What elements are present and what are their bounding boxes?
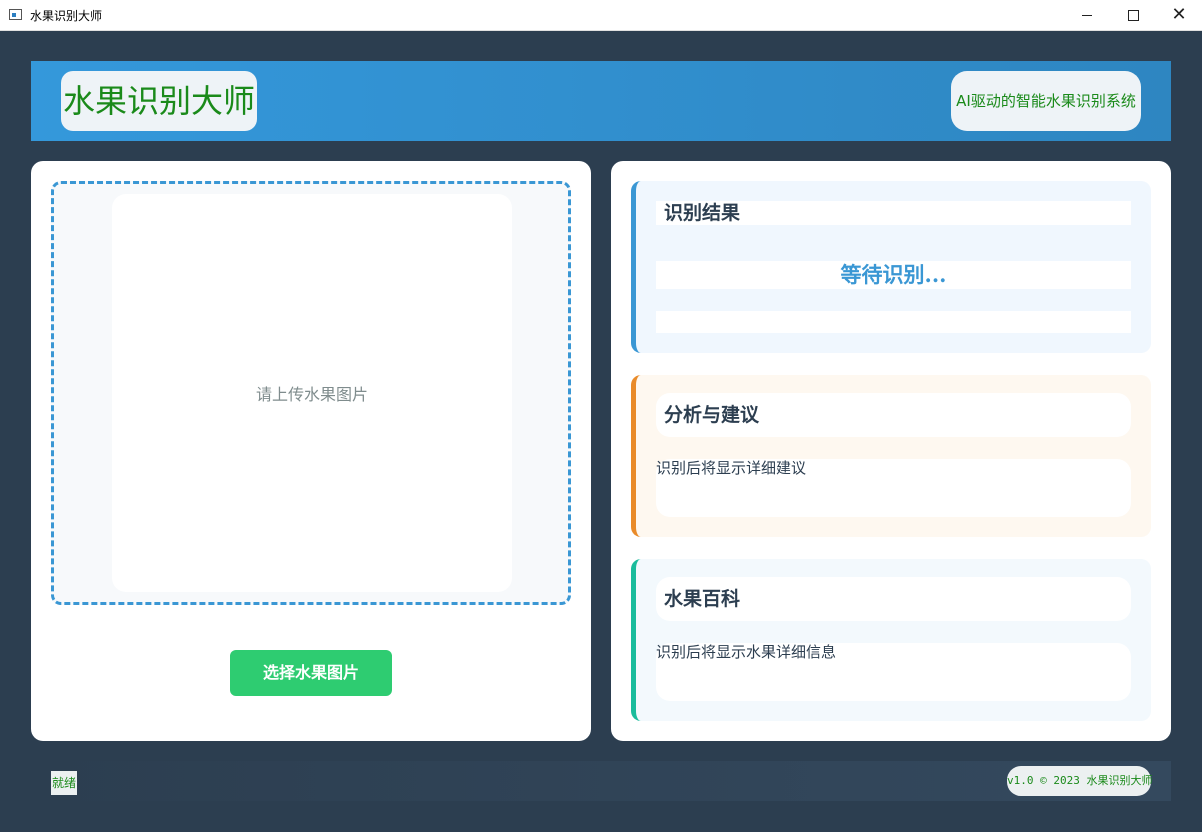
minimize-button[interactable] — [1064, 0, 1110, 30]
image-panel: 请上传水果图片 选择水果图片 — [31, 161, 591, 741]
advice-card: 分析与建议 识别后将显示详细建议 — [631, 375, 1151, 537]
image-drop-zone[interactable]: 请上传水果图片 — [51, 181, 571, 605]
app-icon — [9, 9, 22, 20]
tagline-label: AI驱动的智能水果识别系统 — [951, 71, 1141, 131]
select-image-button[interactable]: 选择水果图片 — [230, 650, 392, 696]
close-icon: ✕ — [1171, 4, 1187, 25]
advice-card-title: 分析与建议 — [664, 404, 760, 426]
version-label: v1.0 © 2023 水果识别大师 — [1007, 766, 1152, 796]
window-title: 水果识别大师 — [30, 9, 103, 23]
maximize-button[interactable] — [1110, 0, 1156, 30]
maximize-icon — [1127, 9, 1139, 21]
encyclopedia-text: 识别后将显示水果详细信息 — [656, 643, 837, 661]
upload-placeholder-text: 请上传水果图片 — [255, 385, 368, 404]
close-button[interactable]: ✕ — [1156, 0, 1202, 30]
app-name-label: 水果识别大师 — [61, 71, 258, 131]
window-titlebar: 水果识别大师 ✕ — [0, 0, 1202, 31]
minimize-icon — [1082, 14, 1092, 16]
status-label: 就绪 — [51, 771, 78, 795]
encyclopedia-card-title: 水果百科 — [664, 588, 741, 610]
image-preview: 请上传水果图片 — [112, 194, 512, 592]
result-value: 等待识别... — [840, 262, 947, 287]
advice-text: 识别后将显示详细建议 — [656, 459, 807, 477]
results-panel: 识别结果 等待识别... 分析与建议 识别后将显示详细建议 水果百科 识别后将显… — [611, 161, 1171, 741]
header-banner: 水果识别大师 AI驱动的智能水果识别系统 — [31, 61, 1171, 141]
status-bar: 就绪 v1.0 © 2023 水果识别大师 — [31, 761, 1171, 801]
encyclopedia-card: 水果百科 识别后将显示水果详细信息 — [631, 559, 1151, 721]
result-card-title: 识别结果 — [664, 202, 741, 224]
result-confidence-area — [656, 311, 1131, 333]
result-card: 识别结果 等待识别... — [631, 181, 1151, 353]
